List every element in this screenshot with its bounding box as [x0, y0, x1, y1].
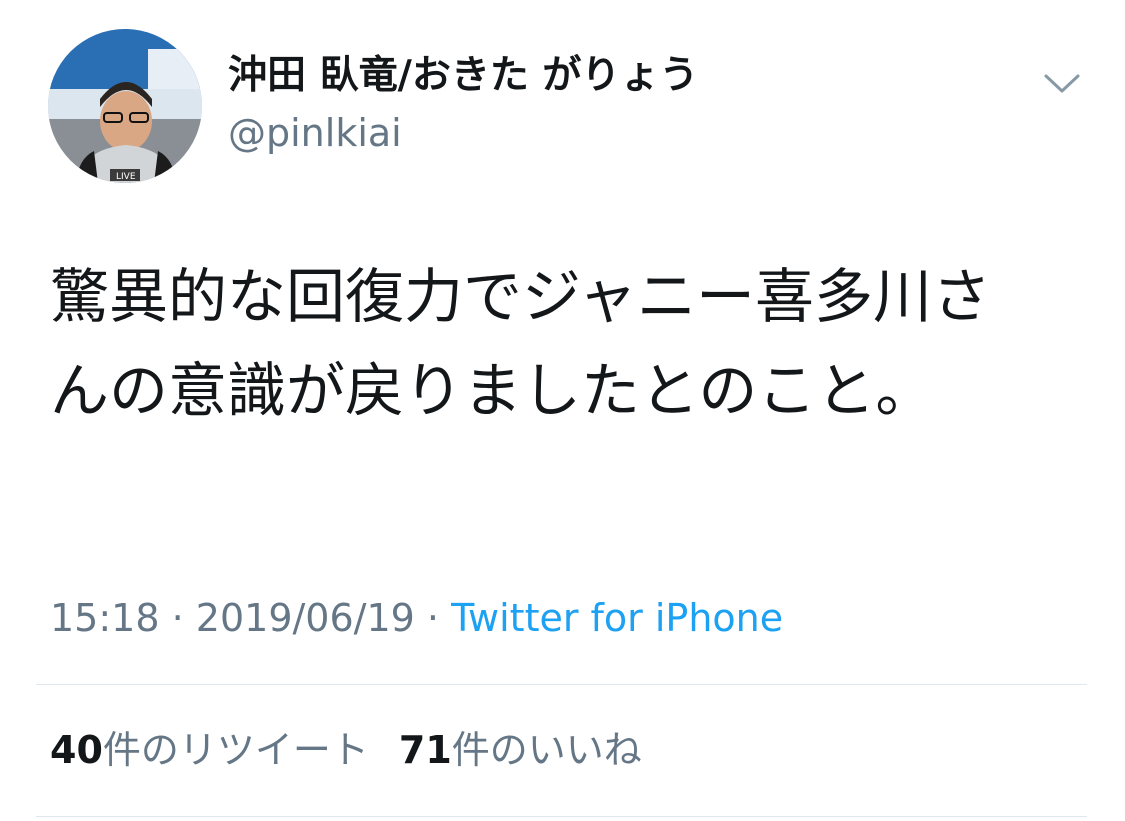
avatar-live-badge: LIVE [116, 172, 136, 182]
tweet-meta: 15:18 · 2019/06/19 · Twitter for iPhone [50, 594, 783, 642]
retweet-count-link[interactable]: 40件のリツイート [50, 728, 369, 772]
tweet-date: 2019/06/19 [195, 596, 415, 640]
tweet-source-link[interactable]: Twitter for iPhone [451, 596, 783, 640]
like-count-link[interactable]: 71件のいいね [399, 728, 642, 772]
avatar[interactable]: LIVE [48, 29, 202, 183]
tweet-text: 驚異的な回復力でジャニー喜多川さんの意識が戻りましたとのこと。 [50, 262, 992, 425]
display-name[interactable]: 沖田 臥竜/おきた がりょう [228, 50, 698, 102]
tweet-stats: 40件のリツイート 71件のいいね [50, 726, 642, 774]
retweet-count: 40 [50, 728, 103, 772]
meta-separator: · [426, 596, 440, 640]
chevron-down-icon[interactable] [1040, 66, 1084, 102]
user-handle[interactable]: @pinlkiai [228, 108, 402, 158]
divider [36, 684, 1087, 685]
tweet-time: 15:18 [50, 596, 160, 640]
like-label: 件のいいね [451, 728, 642, 772]
like-count: 71 [398, 728, 452, 772]
avatar-image: LIVE [48, 29, 202, 183]
retweet-label: 件のリツイート [102, 728, 369, 772]
divider [36, 816, 1087, 817]
meta-separator: · [171, 596, 184, 640]
